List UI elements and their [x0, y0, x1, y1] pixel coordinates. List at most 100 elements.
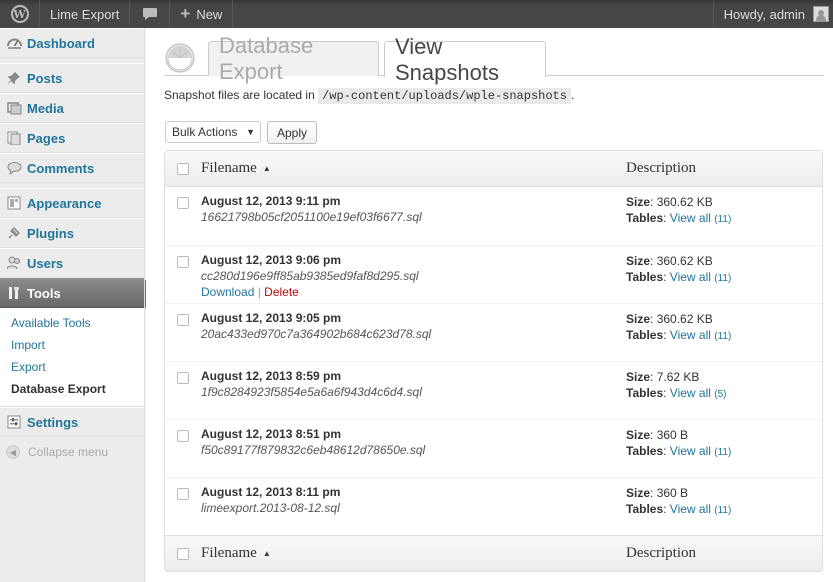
filename-column-header[interactable]: Filename ▲: [201, 160, 626, 177]
plugin-icon: [6, 225, 22, 241]
table-row: August 12, 2013 8:51 pm f50c89177f879832…: [165, 419, 822, 477]
sidebar-item-users[interactable]: Users: [0, 248, 144, 278]
tables-line: Tables: View all (11): [626, 502, 732, 516]
download-link[interactable]: Download: [201, 285, 254, 299]
table-header: Filename ▲ Description: [165, 151, 822, 187]
size-value: 360 B: [656, 428, 689, 442]
snapshot-path: /wp-content/uploads/wple-snapshots: [318, 88, 571, 104]
snapshot-filename: 16621798b05cf2051100e19ef03f6677.sql: [201, 210, 422, 224]
filename-column-footer[interactable]: Filename ▲: [201, 545, 626, 562]
sidebar-item-plugins[interactable]: Plugins: [0, 218, 144, 248]
bulk-actions-label: Bulk Actions: [172, 125, 238, 139]
avatar: [813, 6, 829, 22]
tab-database-export[interactable]: Database Export: [208, 33, 379, 84]
submenu-item-available-tools[interactable]: Available Tools: [0, 312, 144, 334]
size-value: 360.62 KB: [656, 195, 713, 209]
size-value: 360.62 KB: [656, 312, 713, 326]
view-all-link[interactable]: View all: [670, 502, 711, 516]
size-value: 360.62 KB: [656, 254, 713, 268]
my-account-menu[interactable]: Howdy, admin: [712, 0, 833, 28]
sidebar-item-dashboard[interactable]: Dashboard: [0, 28, 144, 58]
apply-button[interactable]: Apply: [267, 121, 317, 144]
sidebar-item-posts[interactable]: Posts: [0, 63, 144, 93]
nav-tabs: Database Export View Snapshots: [164, 33, 824, 85]
sidebar-item-tools[interactable]: Tools: [0, 278, 153, 309]
view-all-link[interactable]: View all: [670, 328, 711, 342]
snapshot-date: August 12, 2013 8:11 pm: [201, 485, 341, 499]
snapshot-filename: cc280d196e9ff85ab9385ed9faf8d295.sql: [201, 269, 419, 283]
settings-icon: [6, 414, 22, 430]
filename-cell: August 12, 2013 8:59 pm 1f9c8284923f5854…: [201, 362, 626, 419]
description-column-header: Description: [626, 160, 696, 176]
sidebar-item-label: Dashboard: [27, 35, 95, 51]
main-content: Database Export View Snapshots Snapshot …: [146, 28, 833, 582]
plus-icon: +: [180, 4, 191, 23]
sidebar-item-pages[interactable]: Pages: [0, 123, 144, 153]
row-checkbox[interactable]: [177, 197, 189, 209]
admin-sidebar: Dashboard Posts Media Pages Comments App…: [0, 28, 153, 582]
description-cell: Size: 7.62 KB Tables: View all (5): [626, 362, 822, 419]
table-body: August 12, 2013 9:11 pm 16621798b05cf205…: [165, 187, 822, 535]
collapse-menu-button[interactable]: ◀ Collapse menu: [0, 437, 144, 467]
comment-icon: [6, 160, 22, 176]
row-checkbox[interactable]: [177, 314, 189, 326]
row-checkbox[interactable]: [177, 488, 189, 500]
sidebar-item-appearance[interactable]: Appearance: [0, 188, 144, 218]
description-column-footer: Description: [626, 545, 696, 561]
size-line: Size: 360 B: [626, 486, 689, 500]
snapshot-date: August 12, 2013 8:51 pm: [201, 427, 342, 441]
size-line: Size: 360 B: [626, 428, 689, 442]
sidebar-item-comments[interactable]: Comments: [0, 153, 144, 183]
sidebar-item-label: Pages: [27, 130, 66, 146]
sidebar-item-media[interactable]: Media: [0, 93, 144, 123]
comments-button[interactable]: [130, 0, 171, 28]
sidebar-item-label: Media: [27, 100, 64, 116]
select-all-checkbox[interactable]: [177, 162, 189, 175]
size-line: Size: 7.62 KB: [626, 370, 700, 384]
table-row: August 12, 2013 9:05 pm 20ac433ed970c7a3…: [165, 303, 822, 361]
submenu-item-import[interactable]: Import: [0, 334, 144, 356]
dropdown-arrow-icon: ▼: [246, 127, 255, 137]
tables-line: Tables: View all (11): [626, 444, 732, 458]
dashboard-icon: [6, 35, 22, 51]
howdy-greeting: Howdy, admin: [723, 6, 805, 22]
snapshot-date: August 12, 2013 9:11 pm: [201, 194, 341, 208]
view-all-link[interactable]: View all: [670, 270, 711, 284]
snapshot-filename: 20ac433ed970c7a364902b684c623d78.sql: [201, 327, 432, 341]
submenu-item-database-export[interactable]: Database Export: [0, 378, 144, 400]
select-all-checkbox-footer[interactable]: [177, 547, 189, 560]
table-row: August 12, 2013 9:11 pm 16621798b05cf205…: [165, 187, 822, 245]
snapshot-filename: f50c89177f879832c6eb48612d78650e.sql: [201, 443, 426, 457]
row-checkbox[interactable]: [177, 372, 189, 384]
delete-link[interactable]: Delete: [264, 285, 299, 299]
site-name-link[interactable]: Lime Export: [40, 0, 131, 28]
row-checkbox[interactable]: [177, 430, 189, 442]
tab-view-snapshots[interactable]: View Snapshots: [384, 34, 546, 85]
tables-count: (11): [714, 273, 732, 284]
tools-submenu: Available Tools Import Export Database E…: [0, 308, 144, 407]
sidebar-item-label: Users: [27, 255, 64, 271]
view-all-link[interactable]: View all: [670, 211, 711, 225]
snapshot-date: August 12, 2013 8:59 pm: [201, 369, 342, 383]
sidebar-item-label: Settings: [27, 414, 79, 430]
bulk-actions-select[interactable]: Bulk Actions ▼: [165, 121, 261, 143]
sidebar-item-settings[interactable]: Settings: [0, 407, 144, 437]
submenu-item-export[interactable]: Export: [0, 356, 144, 378]
admin-bar: W Lime Export + New Howdy, admin: [0, 0, 833, 28]
tables-count: (11): [714, 505, 732, 516]
tables-line: Tables: View all (11): [626, 211, 732, 225]
view-all-link[interactable]: View all: [670, 444, 711, 458]
media-icon: [6, 100, 22, 116]
row-checkbox[interactable]: [177, 256, 189, 268]
sort-ascending-icon: ▲: [262, 164, 271, 174]
filename-cell: August 12, 2013 9:05 pm 20ac433ed970c7a3…: [201, 304, 626, 361]
view-all-link[interactable]: View all: [670, 386, 711, 400]
lime-logo-icon: [165, 43, 195, 73]
tools-icon: [6, 285, 22, 301]
table-row: August 12, 2013 9:06 pm cc280d196e9ff85a…: [165, 245, 822, 303]
tables-count: (11): [714, 214, 732, 225]
wordpress-logo-button[interactable]: W: [0, 0, 40, 28]
new-content-button[interactable]: + New: [170, 0, 234, 28]
filename-cell: August 12, 2013 9:06 pm cc280d196e9ff85a…: [201, 246, 626, 303]
snapshot-filename: 1f9c8284923f5854e5a6a6f943d4c6d4.sql: [201, 385, 422, 399]
